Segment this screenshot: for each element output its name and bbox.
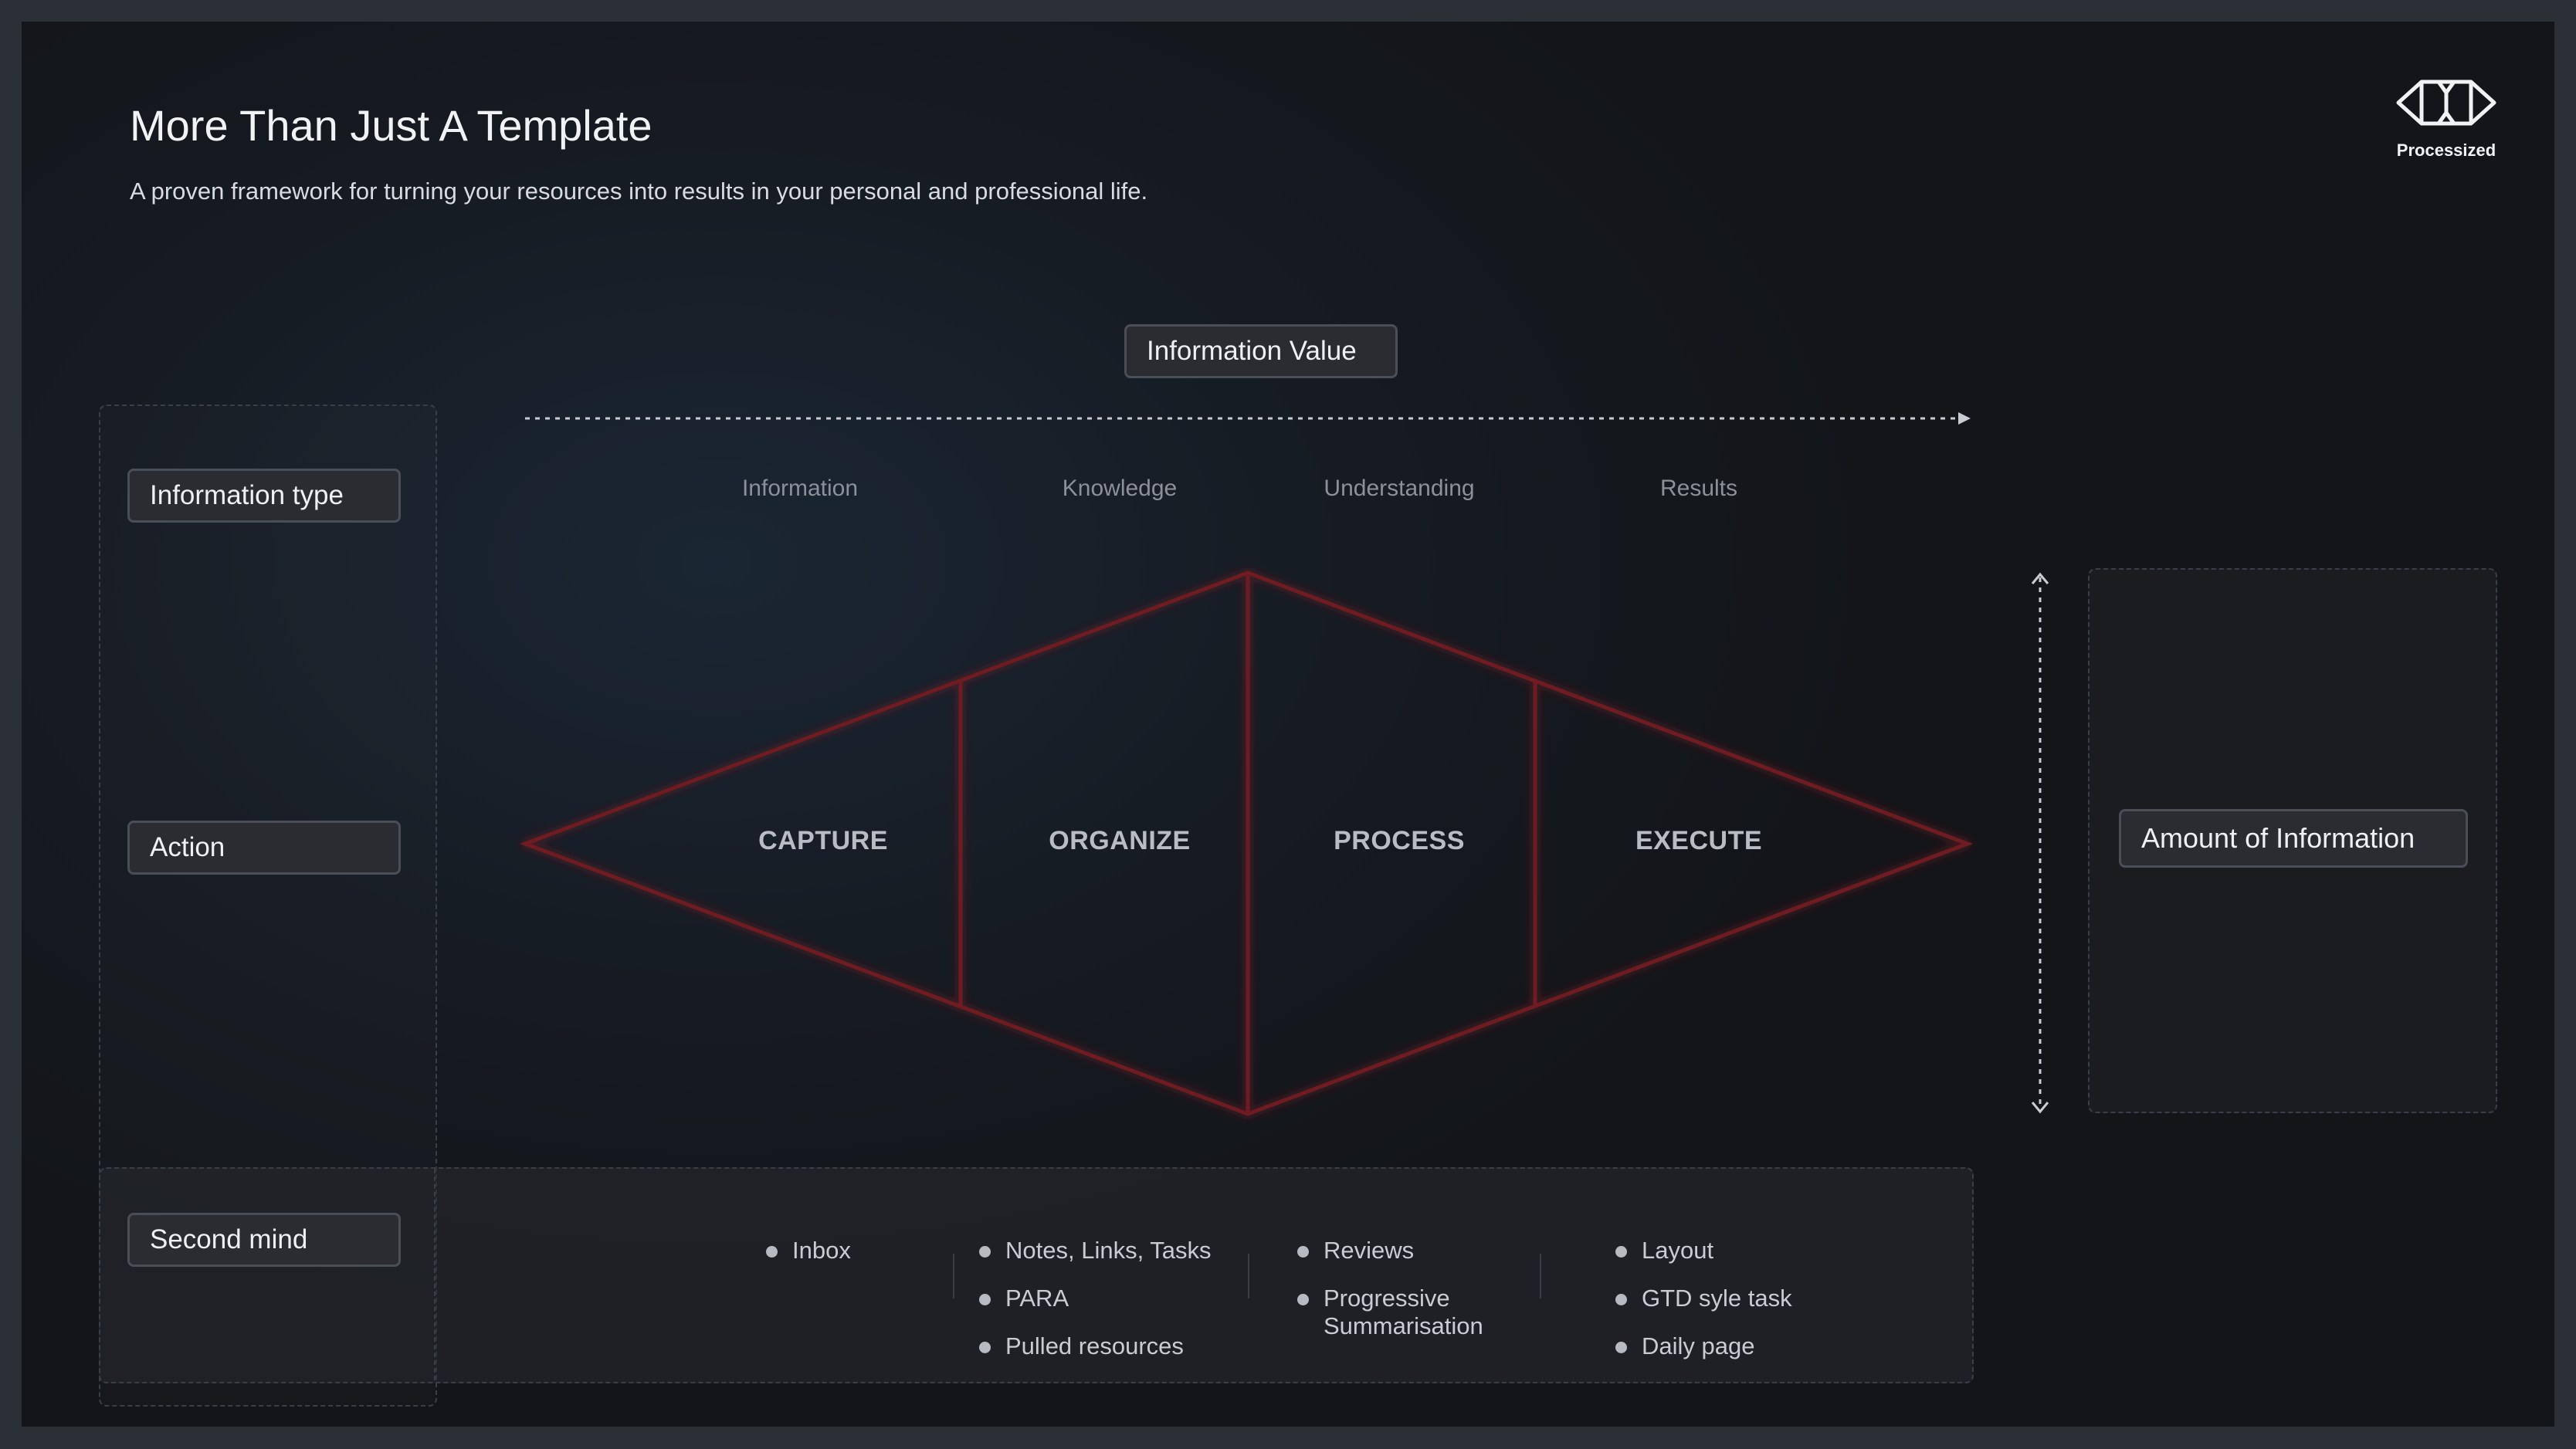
organize-items: Notes, Links, Tasks PARA Pulled resource…: [979, 1237, 1257, 1380]
page-subtitle: A proven framework for turning your reso…: [130, 178, 1148, 205]
second-mind-label: Second mind: [127, 1213, 401, 1267]
list-item: Daily page: [1615, 1332, 1863, 1360]
stage-execute: EXECUTE: [1635, 826, 1763, 855]
column-separator: [953, 1254, 954, 1298]
value-arrow: [525, 412, 1971, 425]
information-type-label: Information type: [127, 469, 401, 523]
column-label-results: Results: [1659, 476, 1738, 501]
logo: Processized: [2369, 76, 2523, 168]
action-label: Action: [127, 821, 401, 875]
logo-text: Processized: [2396, 140, 2496, 160]
capture-items: Inbox: [766, 1237, 920, 1285]
list-item: Progressive Summarisation: [1297, 1285, 1521, 1340]
column-separator: [1540, 1254, 1541, 1298]
column-label-information: Information: [741, 476, 859, 501]
amount-of-information-label: Amount of Information: [2119, 809, 2468, 868]
list-item: Reviews: [1297, 1237, 1521, 1264]
execute-items: Layout GTD syle task Daily page: [1615, 1237, 1863, 1380]
stage-organize: ORGANIZE: [1049, 826, 1191, 855]
column-separator: [1248, 1254, 1249, 1298]
diamond-logo-icon: [2396, 80, 2496, 126]
list-item: Pulled resources: [979, 1332, 1257, 1360]
process-items: Reviews Progressive Summarisation: [1297, 1237, 1521, 1360]
second-mind-divider: [434, 1169, 436, 1380]
canvas: More Than Just A Template A proven frame…: [22, 22, 2554, 1427]
list-item: Inbox: [766, 1237, 920, 1264]
list-item: Layout: [1615, 1237, 1863, 1264]
list-item: PARA: [979, 1285, 1257, 1312]
information-value-label: Information Value: [1124, 324, 1398, 378]
column-label-understanding: Understanding: [1324, 476, 1475, 501]
column-label-knowledge: Knowledge: [1062, 476, 1178, 501]
amount-arrow: [2031, 572, 2049, 1114]
list-item: Notes, Links, Tasks: [979, 1237, 1257, 1264]
page-title: More Than Just A Template: [130, 101, 652, 150]
stage-capture: CAPTURE: [758, 826, 888, 855]
stage-process: PROCESS: [1334, 826, 1465, 855]
list-item: GTD syle task: [1615, 1285, 1863, 1312]
